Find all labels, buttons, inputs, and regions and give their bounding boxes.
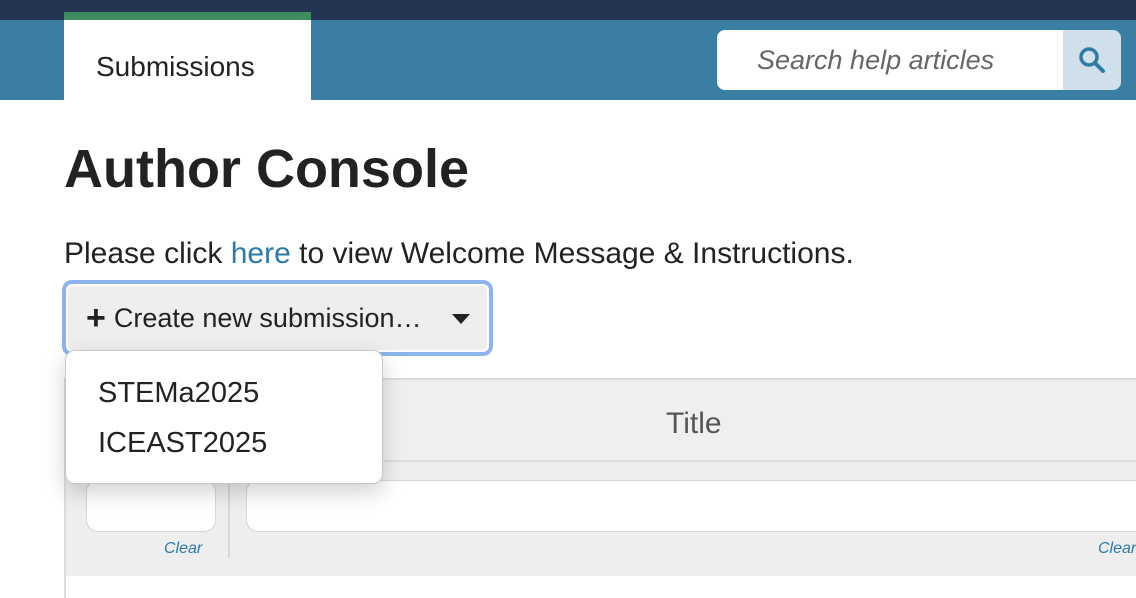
conference-dropdown-menu: STEMa2025 ICEAST2025 (65, 350, 383, 484)
search-input[interactable] (717, 30, 1063, 90)
column-header-title[interactable]: Title (666, 407, 722, 441)
caret-down-icon (452, 314, 470, 324)
search-button[interactable] (1063, 30, 1121, 90)
dropdown-item-stema2025[interactable]: STEMa2025 (98, 377, 259, 410)
search-icon (1079, 47, 1105, 73)
search-box (717, 30, 1063, 90)
create-submission-focus-ring: + Create new submission… (62, 280, 493, 356)
tab-submissions-label: Submissions (96, 51, 255, 82)
filter-input-title[interactable] (246, 480, 1136, 532)
welcome-link[interactable]: here (231, 237, 291, 270)
clear-filter-id[interactable]: Clear (164, 540, 202, 558)
welcome-text: Please click here to view Welcome Messag… (64, 237, 854, 271)
dropdown-item-iceast2025[interactable]: ICEAST2025 (98, 427, 267, 460)
tab-submissions[interactable]: Submissions (64, 12, 311, 100)
welcome-text-before: Please click (64, 237, 231, 270)
create-submission-button[interactable]: + Create new submission… (68, 286, 487, 350)
welcome-text-after: to view Welcome Message & Instructions. (290, 237, 854, 270)
table-body (66, 576, 1136, 598)
page-title: Author Console (64, 139, 469, 199)
create-submission-label: Create new submission… (113, 302, 422, 333)
filter-input-id[interactable] (86, 480, 216, 532)
clear-filter-title[interactable]: Clear (1098, 540, 1136, 558)
plus-icon: + (86, 299, 106, 337)
